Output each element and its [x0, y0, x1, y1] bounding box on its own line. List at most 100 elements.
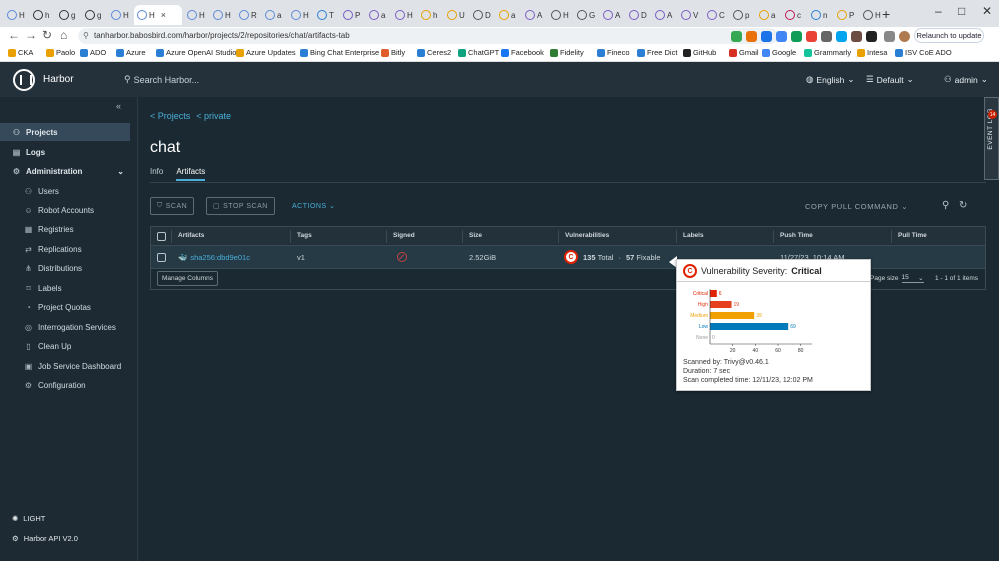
- bookmark-item[interactable]: Fineco: [597, 48, 630, 57]
- tab-info[interactable]: Info: [150, 167, 163, 181]
- browser-tab[interactable]: A: [522, 5, 546, 25]
- extension-icon[interactable]: [836, 31, 847, 42]
- stop-scan-button[interactable]: ▢ STOP SCAN: [206, 197, 275, 215]
- column-header[interactable]: Pull Time: [898, 232, 927, 239]
- sidebar-item-registries[interactable]: ▦ Registries: [0, 220, 130, 238]
- profile-avatar[interactable]: [899, 31, 910, 42]
- extension-icon[interactable]: [731, 31, 742, 42]
- row-checkbox[interactable]: [157, 253, 166, 262]
- bookmark-item[interactable]: Facebook: [501, 48, 544, 57]
- browser-tab[interactable]: a: [496, 5, 520, 25]
- bookmark-item[interactable]: Bitly: [381, 48, 405, 57]
- column-header[interactable]: Push Time: [780, 232, 813, 239]
- browser-tab[interactable]: a: [366, 5, 390, 25]
- sidebar-item-replications[interactable]: ⇄ Replications: [0, 240, 130, 258]
- column-header[interactable]: Tags: [297, 232, 312, 239]
- bookmark-item[interactable]: Free Dict: [637, 48, 677, 57]
- browser-tab[interactable]: H: [210, 5, 234, 25]
- select-all-checkbox[interactable]: [157, 232, 166, 241]
- column-header[interactable]: Artifacts: [178, 232, 204, 239]
- sidebar-item-administration[interactable]: ⚙ Administration ⌄: [0, 162, 130, 180]
- bookmark-item[interactable]: Ceres2: [417, 48, 451, 57]
- breadcrumb-projects[interactable]: < Projects: [150, 111, 190, 121]
- home-icon[interactable]: ⌂: [60, 28, 67, 42]
- url-field[interactable]: ⚲ tanharbor.babosbird.com/harbor/project…: [78, 28, 778, 44]
- page-size-select[interactable]: 15 ⌄: [901, 274, 924, 283]
- column-header[interactable]: Size: [469, 232, 482, 239]
- vulnerabilities-cell[interactable]: C 135 Total · 57 Fixable: [564, 250, 661, 264]
- extension-icon[interactable]: [761, 31, 772, 42]
- global-search[interactable]: ⚲ Search Harbor...: [124, 74, 199, 85]
- browser-tab[interactable]: V: [678, 5, 702, 25]
- reload-icon[interactable]: ↻: [42, 28, 52, 42]
- browser-tab[interactable]: D: [470, 5, 494, 25]
- browser-tab[interactable]: g: [56, 5, 80, 25]
- browser-tab[interactable]: h: [418, 5, 442, 25]
- user-dropdown[interactable]: ⚇ admin ⌄: [944, 74, 988, 85]
- column-header[interactable]: Signed: [393, 232, 415, 239]
- browser-tab[interactable]: H: [184, 5, 208, 25]
- search-icon[interactable]: ⚲: [942, 200, 949, 211]
- column-header[interactable]: Vulnerabilities: [565, 232, 609, 239]
- browser-tab[interactable]: c: [782, 5, 806, 25]
- new-tab-button[interactable]: +: [882, 6, 890, 22]
- bookmark-item[interactable]: Fidelity: [550, 48, 584, 57]
- extensions-puzzle-icon[interactable]: [866, 31, 877, 42]
- extension-icon[interactable]: [791, 31, 802, 42]
- extension-icon[interactable]: [851, 31, 862, 42]
- breadcrumb-private[interactable]: < private: [196, 111, 231, 121]
- bookmark-item[interactable]: ADO: [80, 48, 106, 57]
- close-window-button[interactable]: ✕: [982, 4, 992, 18]
- theme-dropdown[interactable]: ☰ Default ⌄: [866, 74, 914, 85]
- sidebar-item-labels[interactable]: ⌑ Labels: [0, 279, 130, 297]
- browser-tab[interactable]: P: [340, 5, 364, 25]
- sidebar-item-interrogation-services[interactable]: ◎ Interrogation Services: [0, 318, 130, 336]
- browser-tab[interactable]: D: [626, 5, 650, 25]
- bookmark-item[interactable]: ChatGPT: [458, 48, 499, 57]
- browser-tab[interactable]: T: [314, 5, 338, 25]
- extension-icon[interactable]: [806, 31, 817, 42]
- extension-icon[interactable]: [776, 31, 787, 42]
- sidebar-item-project-quotas[interactable]: ◔ Project Quotas: [0, 298, 130, 316]
- browser-tab[interactable]: H ×: [134, 5, 182, 25]
- relaunch-button[interactable]: Relaunch to update: [914, 28, 984, 43]
- sidebar-item-distributions[interactable]: ⋔ Distributions: [0, 259, 130, 277]
- back-icon[interactable]: ←: [8, 28, 20, 42]
- sidebar-item-projects[interactable]: ⚇ Projects: [0, 123, 130, 141]
- sidebar-item-job-service-dashboard[interactable]: ▣ Job Service Dashboard: [0, 357, 130, 375]
- browser-tab[interactable]: a: [756, 5, 780, 25]
- browser-tab[interactable]: H: [108, 5, 132, 25]
- sidebar-item-logs[interactable]: ▤ Logs: [0, 143, 130, 161]
- extension-icon[interactable]: [821, 31, 832, 42]
- browser-tab[interactable]: C: [704, 5, 728, 25]
- browser-tab[interactable]: A: [600, 5, 624, 25]
- browser-tab[interactable]: H: [288, 5, 312, 25]
- bookmark-item[interactable]: Gmail: [729, 48, 759, 57]
- app-title[interactable]: Harbor: [43, 74, 74, 85]
- bookmark-item[interactable]: Intesa: [857, 48, 887, 57]
- browser-tab[interactable]: H: [860, 5, 884, 25]
- bookmark-item[interactable]: CKA: [8, 48, 33, 57]
- tab-artifacts[interactable]: Artifacts: [176, 167, 206, 181]
- maximize-button[interactable]: □: [958, 4, 965, 18]
- browser-tab[interactable]: H: [548, 5, 572, 25]
- browser-tab[interactable]: H: [392, 5, 416, 25]
- scrollbar[interactable]: [987, 180, 999, 561]
- language-dropdown[interactable]: ◍ English ⌄: [806, 74, 854, 85]
- browser-tab[interactable]: h: [30, 5, 54, 25]
- sidebar-item-configuration[interactable]: ⚙ Configuration: [0, 376, 130, 394]
- bookmark-item[interactable]: Grammarly: [804, 48, 851, 57]
- harbor-logo[interactable]: [13, 69, 35, 91]
- api-link[interactable]: ⚙ Harbor API V2.0: [12, 534, 78, 543]
- bookmark-item[interactable]: Google: [762, 48, 796, 57]
- bookmark-item[interactable]: Paolo: [46, 48, 75, 57]
- theme-toggle[interactable]: ✺ LIGHT: [12, 514, 45, 523]
- collapse-sidebar-icon[interactable]: «: [116, 101, 121, 111]
- copy-pull-command-dropdown[interactable]: COPY PULL COMMAND ⌄: [805, 202, 908, 211]
- browser-tab[interactable]: p: [730, 5, 754, 25]
- forward-icon[interactable]: →: [25, 28, 37, 42]
- sidepanel-icon[interactable]: [884, 31, 895, 42]
- browser-tab[interactable]: A: [652, 5, 676, 25]
- browser-tab[interactable]: n: [808, 5, 832, 25]
- bookmark-item[interactable]: ISV CoE ADO: [895, 48, 952, 57]
